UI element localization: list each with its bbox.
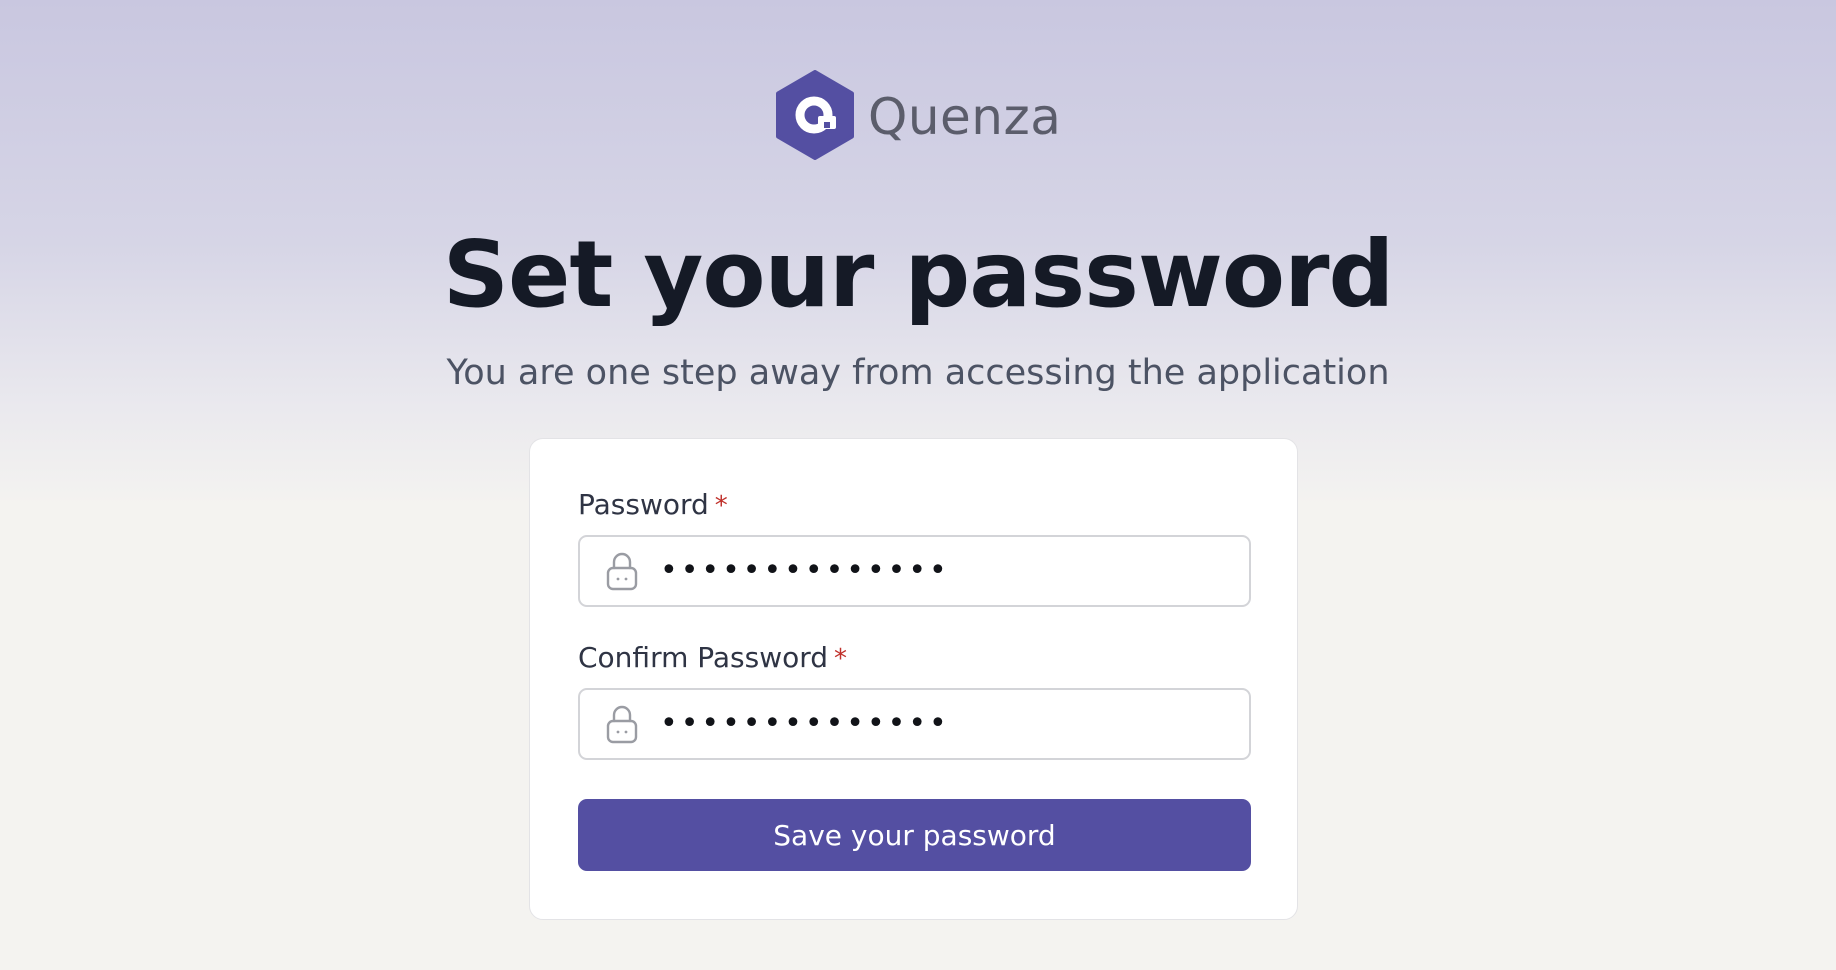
- confirm-password-label-text: Confirm Password: [578, 641, 829, 674]
- password-field[interactable]: ••••••••••••••: [578, 535, 1251, 607]
- set-password-form: Password * •••••••••••••• Confirm Passwor…: [529, 438, 1298, 920]
- lock-icon: [605, 704, 639, 744]
- page-subtitle: You are one step away from accessing the…: [446, 353, 1390, 393]
- required-asterisk: *: [834, 644, 848, 674]
- quenza-logo-icon: [775, 70, 855, 160]
- confirm-password-label: Confirm Password *: [578, 641, 847, 675]
- confirm-password-field[interactable]: ••••••••••••••: [578, 688, 1251, 760]
- brand: Quenza: [775, 70, 1061, 160]
- lock-icon: [605, 551, 639, 591]
- password-value: ••••••••••••••: [660, 553, 950, 588]
- confirm-password-value: ••••••••••••••: [660, 706, 950, 741]
- page-title: Set your password: [442, 221, 1395, 328]
- save-password-button[interactable]: Save your password: [578, 799, 1251, 871]
- brand-name: Quenza: [868, 88, 1062, 146]
- required-asterisk: *: [714, 491, 728, 521]
- password-label-text: Password: [578, 488, 709, 521]
- password-label: Password *: [578, 488, 728, 522]
